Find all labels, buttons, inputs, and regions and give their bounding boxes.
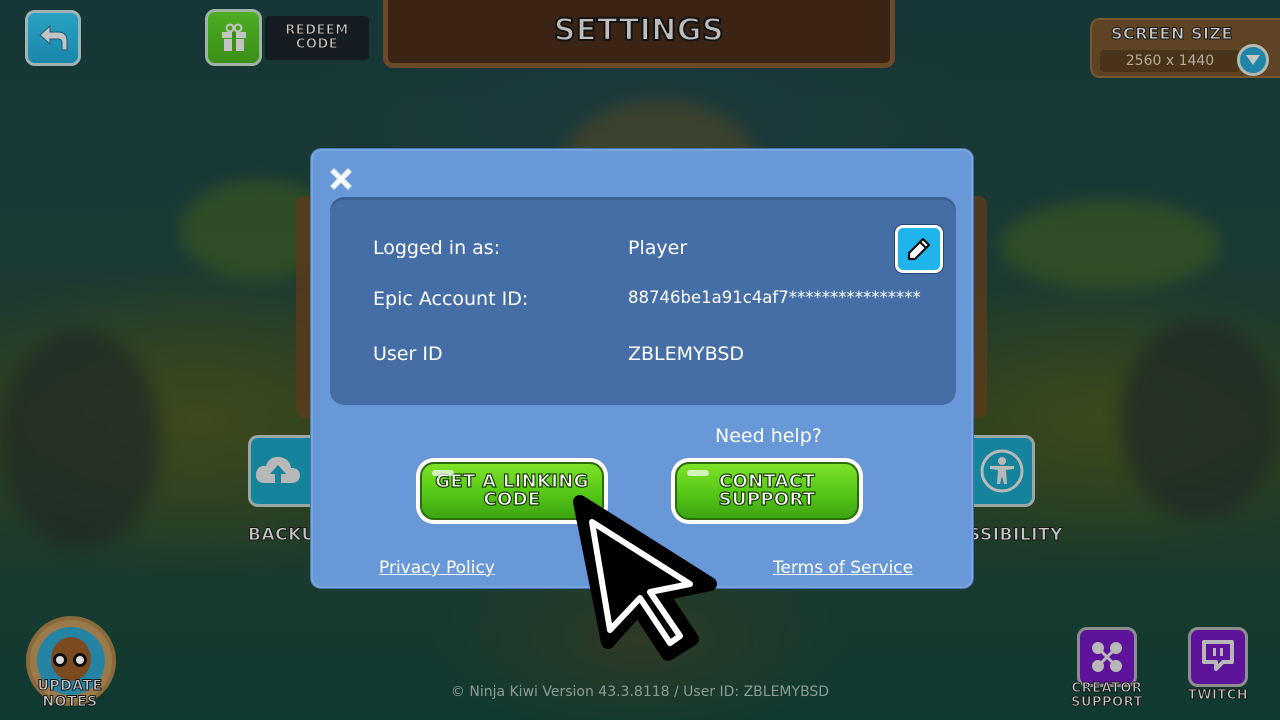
- page-title: Settings: [553, 12, 725, 49]
- close-button[interactable]: [326, 164, 356, 194]
- user-id-value: ZBLEMYBSD: [628, 343, 745, 365]
- account-info-panel: Logged in as: Player Epic Account ID: 88…: [330, 197, 956, 405]
- need-help-text: Need help?: [715, 425, 822, 447]
- mouse-pointer-icon: [573, 495, 717, 661]
- gift-icon: [221, 23, 246, 51]
- accessibility-icon: [980, 449, 1024, 493]
- cloud-upload-icon: [255, 456, 300, 483]
- pencil-icon: [907, 237, 931, 261]
- creator-support-button[interactable]: [1077, 627, 1137, 687]
- screen-size-dropdown-button[interactable]: [1237, 44, 1269, 76]
- backup-label: BACKU: [248, 525, 316, 546]
- redeem-label-line2: Code: [295, 37, 339, 52]
- back-button[interactable]: [25, 10, 81, 66]
- redeem-code-button[interactable]: [205, 9, 262, 66]
- screen-size-label: Screen Size: [1111, 24, 1233, 44]
- twitch-label: Twitch: [1187, 688, 1249, 703]
- logged-in-value: Player: [628, 237, 688, 259]
- redeem-code-label[interactable]: Redeem Code: [265, 16, 369, 60]
- screen-size-value[interactable]: 2560 x 1440: [1100, 50, 1240, 72]
- accessibility-label: SSIBILITY: [968, 525, 1063, 546]
- twitch-icon: [1202, 640, 1234, 671]
- user-id-label: User ID: [373, 343, 443, 365]
- back-arrow-icon: [39, 24, 68, 51]
- background-palm: [1000, 200, 1220, 290]
- chevron-down-icon: [1246, 55, 1260, 65]
- privacy-policy-link[interactable]: Privacy Policy: [379, 558, 495, 578]
- redeem-label-line1: Redeem: [285, 23, 349, 38]
- creator-support-label-line1: Creator: [1071, 681, 1143, 696]
- logged-in-label: Logged in as:: [373, 237, 501, 259]
- support-label-line2: Support: [718, 489, 816, 510]
- epic-account-id-label: Epic Account ID:: [373, 288, 529, 310]
- background-rock: [0, 330, 160, 550]
- terms-of-service-link[interactable]: Terms of Service: [773, 558, 913, 578]
- edit-name-button[interactable]: [895, 225, 943, 273]
- creator-support-label: Creator Support: [1066, 681, 1148, 710]
- title-banner: Settings: [383, 0, 895, 68]
- twitch-button[interactable]: [1188, 627, 1248, 687]
- background-rock: [1120, 320, 1280, 520]
- creator-support-icon: [1092, 642, 1122, 672]
- close-icon: [330, 168, 352, 190]
- creator-support-label-line2: Support: [1071, 695, 1143, 710]
- linking-label-line2: Code: [483, 489, 541, 510]
- epic-account-id-value: 88746be1a91c4af7****************: [628, 288, 921, 307]
